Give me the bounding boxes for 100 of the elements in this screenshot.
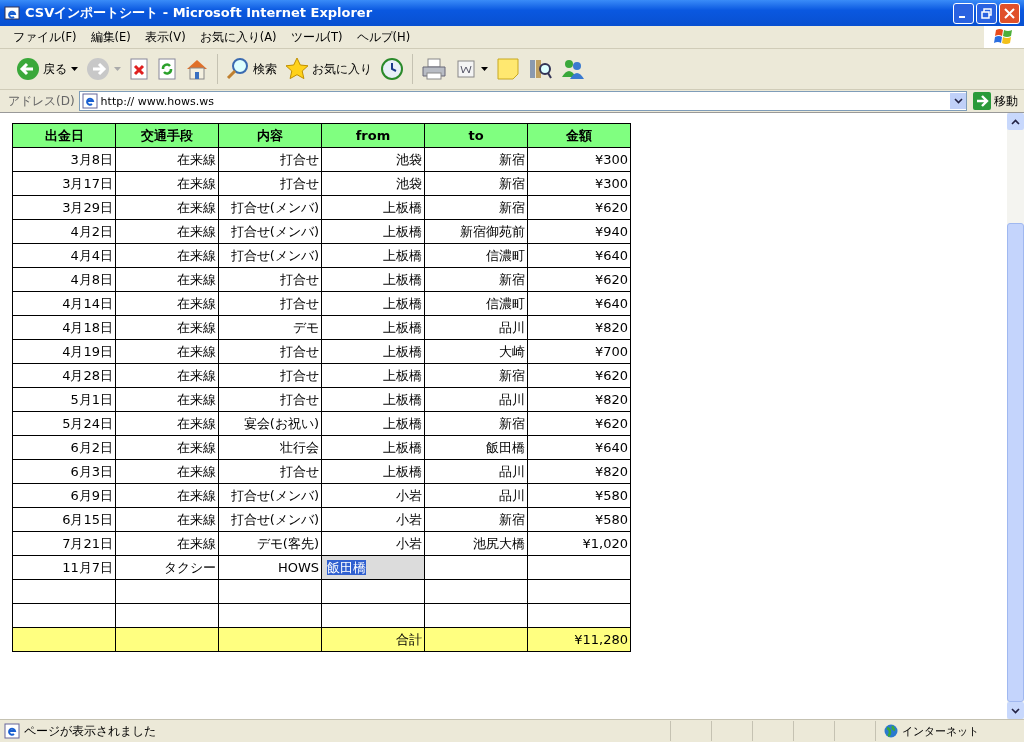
table-cell: 在来線 bbox=[115, 387, 219, 412]
table-cell: 3月17日 bbox=[12, 171, 116, 196]
table-cell: 小岩 bbox=[321, 483, 425, 508]
column-header: 内容 bbox=[218, 123, 322, 148]
table-cell: ¥640 bbox=[527, 435, 631, 460]
table-cell: 6月2日 bbox=[12, 435, 116, 460]
table-cell: 在来線 bbox=[115, 243, 219, 268]
table-cell: 打合せ(メンバ) bbox=[218, 507, 322, 532]
table-cell: 上板橋 bbox=[321, 315, 425, 340]
table-cell: ¥1,020 bbox=[527, 531, 631, 556]
flag-icon bbox=[993, 28, 1015, 46]
people-icon[interactable] bbox=[560, 57, 586, 81]
chevron-up-icon bbox=[1011, 118, 1020, 125]
table-cell: 4月28日 bbox=[12, 363, 116, 388]
restore-button[interactable] bbox=[976, 2, 997, 24]
home-icon[interactable] bbox=[185, 58, 209, 80]
column-header: from bbox=[321, 123, 425, 148]
document-icon[interactable] bbox=[455, 59, 477, 79]
table-cell: 打合せ(メンバ) bbox=[218, 243, 322, 268]
table-cell: 3月8日 bbox=[12, 147, 116, 172]
table-cell: 上板橋 bbox=[321, 459, 425, 484]
table-cell: 7月21日 bbox=[12, 531, 116, 556]
menu-item[interactable]: お気に入り(A) bbox=[192, 29, 284, 45]
table-cell: 信濃町 bbox=[424, 243, 528, 268]
scroll-down-button[interactable] bbox=[1007, 702, 1024, 719]
caret-icon[interactable] bbox=[481, 67, 488, 71]
dropdown-button[interactable] bbox=[950, 93, 966, 109]
menu-item[interactable]: 表示(V) bbox=[137, 29, 193, 45]
table-cell: 新宿 bbox=[424, 507, 528, 532]
search-icon bbox=[226, 57, 250, 81]
table-cell: 在来線 bbox=[115, 291, 219, 316]
scroll-up-button[interactable] bbox=[1007, 113, 1024, 130]
table-cell: 4月19日 bbox=[12, 339, 116, 364]
table-cell: 在来線 bbox=[115, 147, 219, 172]
refresh-icon[interactable] bbox=[157, 58, 177, 80]
table-cell: 上板橋 bbox=[321, 435, 425, 460]
status-text: ページが表示されました bbox=[24, 722, 157, 740]
page-icon bbox=[81, 93, 98, 109]
table-cell: ¥620 bbox=[527, 411, 631, 436]
table-cell: 在来線 bbox=[115, 267, 219, 292]
research-icon[interactable] bbox=[528, 57, 552, 81]
minimize-icon bbox=[958, 16, 965, 18]
address-field[interactable]: http:// www.hows.ws bbox=[78, 91, 967, 111]
table-cell: 在来線 bbox=[115, 171, 219, 196]
globe-icon bbox=[884, 724, 898, 738]
stop-icon[interactable] bbox=[129, 58, 149, 80]
table-cell: 4月8日 bbox=[12, 267, 116, 292]
search-button[interactable]: 検索 bbox=[226, 57, 277, 81]
restore-icon bbox=[981, 7, 992, 19]
menu-item[interactable]: ファイル(F) bbox=[6, 29, 84, 45]
table-cell: 上板橋 bbox=[321, 243, 425, 268]
menu-item[interactable]: ヘルプ(H) bbox=[349, 29, 418, 45]
printer-icon[interactable] bbox=[421, 57, 447, 81]
close-icon bbox=[1004, 7, 1015, 19]
table-cell: 品川 bbox=[424, 459, 528, 484]
table-cell: 上板橋 bbox=[321, 195, 425, 220]
edit-field[interactable]: 飯田橋 bbox=[321, 555, 425, 580]
table-cell: ¥300 bbox=[527, 171, 631, 196]
table-cell: 打合せ bbox=[218, 171, 322, 196]
table-cell: 打合せ bbox=[218, 147, 322, 172]
table-cell: ¥700 bbox=[527, 339, 631, 364]
column-header: 出金日 bbox=[12, 123, 116, 148]
table-cell: 池袋 bbox=[321, 171, 425, 196]
table-cell: 上板橋 bbox=[321, 267, 425, 292]
table-cell: 打合せ(メンバ) bbox=[218, 219, 322, 244]
table-cell: 4月4日 bbox=[12, 243, 116, 268]
table-cell: 上板橋 bbox=[321, 387, 425, 412]
close-button[interactable] bbox=[999, 2, 1020, 24]
table-cell: 宴会(お祝い) bbox=[218, 411, 322, 436]
table-cell: ¥640 bbox=[527, 243, 631, 268]
table-cell: HOWS bbox=[218, 555, 322, 580]
table-cell: 新宿御苑前 bbox=[424, 219, 528, 244]
menu-item[interactable]: 編集(E) bbox=[83, 29, 138, 45]
table-cell: 打合せ bbox=[218, 267, 322, 292]
table-cell: 大崎 bbox=[424, 339, 528, 364]
table-cell: ¥640 bbox=[527, 291, 631, 316]
table-cell: 4月14日 bbox=[12, 291, 116, 316]
back-button[interactable]: 戻る bbox=[16, 57, 67, 81]
menu-item[interactable]: ツール(T) bbox=[283, 29, 350, 45]
table-cell: 新宿 bbox=[424, 171, 528, 196]
table-cell: 3月29日 bbox=[12, 195, 116, 220]
chevron-down-icon bbox=[953, 98, 963, 104]
table-cell: ¥580 bbox=[527, 507, 631, 532]
favorites-button[interactable]: お気に入り bbox=[285, 57, 372, 81]
table-cell: 在来線 bbox=[115, 435, 219, 460]
table-cell: 品川 bbox=[424, 483, 528, 508]
minimize-button[interactable] bbox=[953, 2, 974, 24]
table-cell: 4月18日 bbox=[12, 315, 116, 340]
history-icon[interactable] bbox=[380, 57, 404, 81]
table-cell: 新宿 bbox=[424, 363, 528, 388]
address-label: アドレス(D) bbox=[8, 92, 75, 110]
table-cell: 打合せ bbox=[218, 363, 322, 388]
go-button[interactable]: 移動 bbox=[971, 92, 1020, 110]
table-cell: 合計 bbox=[321, 627, 425, 652]
table-cell: 壮行会 bbox=[218, 435, 322, 460]
table-cell: ¥940 bbox=[527, 219, 631, 244]
table-cell: 小岩 bbox=[321, 507, 425, 532]
table-cell: デモ bbox=[218, 315, 322, 340]
table-cell: 打合せ bbox=[218, 459, 322, 484]
caret-icon[interactable] bbox=[71, 67, 78, 71]
